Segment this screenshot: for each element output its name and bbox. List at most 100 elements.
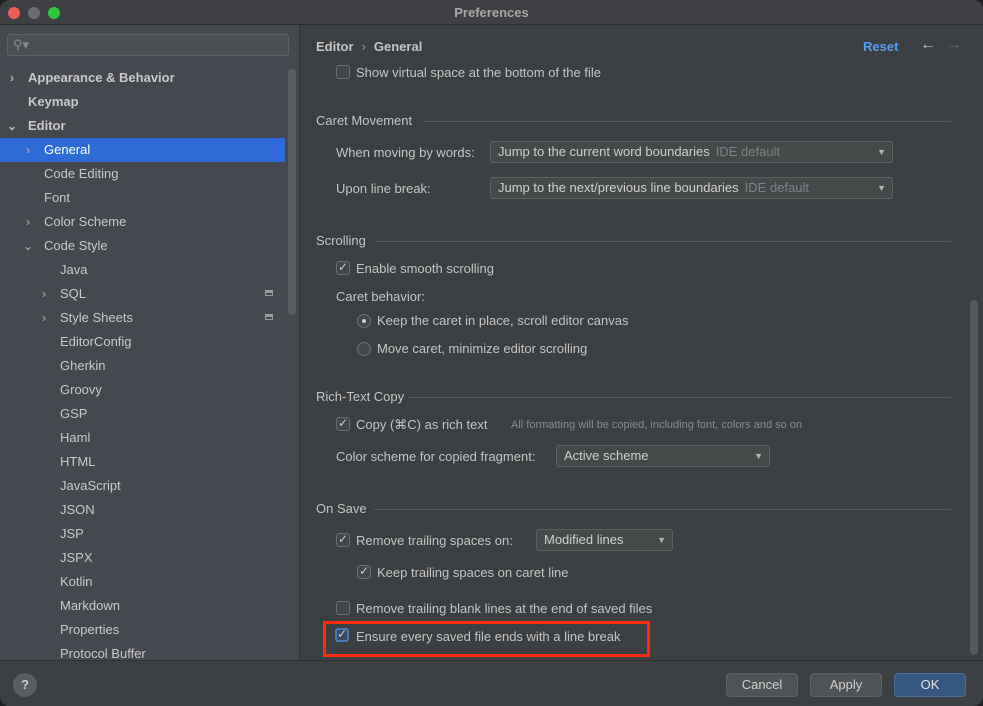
sidebar-item-label: Style Sheets bbox=[60, 310, 133, 325]
section-rich-text-title: Rich-Text Copy bbox=[316, 389, 405, 404]
sidebar-item-label: Editor bbox=[28, 118, 66, 133]
sidebar-item-keymap[interactable]: Keymap bbox=[0, 90, 285, 114]
sidebar-item-general[interactable]: › General bbox=[0, 138, 285, 162]
color-scheme-dropdown[interactable]: Active scheme ▼ bbox=[556, 445, 770, 467]
highlight-annotation-box bbox=[323, 621, 650, 657]
sidebar-item-font[interactable]: Font bbox=[0, 186, 285, 210]
line-break-dropdown[interactable]: Jump to the next/previous line boundarie… bbox=[490, 177, 893, 199]
smooth-scrolling-label: Enable smooth scrolling bbox=[356, 261, 495, 276]
show-virtual-space-checkbox[interactable] bbox=[336, 65, 350, 79]
sidebar-item-kotlin[interactable]: Kotlin bbox=[0, 570, 285, 594]
sidebar-item-label: Haml bbox=[60, 430, 91, 445]
moving-by-words-note: IDE default bbox=[715, 144, 781, 159]
sidebar-item-code-editing[interactable]: Code Editing bbox=[0, 162, 285, 186]
moving-by-words-dropdown[interactable]: Jump to the current word boundaries IDE d… bbox=[490, 141, 893, 163]
section-on-save-title: On Save bbox=[316, 501, 367, 516]
chevron-down-icon: ▼ bbox=[877, 183, 886, 193]
sidebar-item-appearance-behavior[interactable]: › Appearance & Behavior bbox=[0, 66, 285, 90]
chevron-down-icon: ▼ bbox=[657, 535, 666, 545]
sidebar-item-label: SQL bbox=[60, 286, 87, 301]
sidebar-item-jspx[interactable]: JSPX bbox=[0, 546, 285, 570]
settings-search-input[interactable]: ⚲▾ bbox=[7, 34, 289, 56]
copy-rich-text-checkbox[interactable] bbox=[336, 416, 350, 431]
chevron-down-icon: ▼ bbox=[754, 451, 763, 461]
remove-trailing-spaces-dropdown[interactable]: Modified lines ▼ bbox=[536, 529, 673, 551]
keep-caret-radio[interactable] bbox=[357, 314, 371, 328]
sidebar-item-label: GSP bbox=[60, 406, 88, 421]
line-break-value: Jump to the next/previous line boundarie… bbox=[498, 180, 739, 195]
cancel-button[interactable]: Cancel bbox=[726, 673, 798, 697]
sidebar-item-color-scheme[interactable]: › Color Scheme bbox=[0, 210, 285, 234]
content-scrollbar[interactable] bbox=[970, 300, 978, 655]
project-scheme-icon bbox=[265, 314, 273, 320]
settings-sidebar: ⚲▾ › Appearance & Behavior Keymap ⌄ Editor › G… bbox=[0, 25, 300, 661]
caret-behavior-label: Caret behavior: bbox=[336, 289, 425, 304]
ok-button[interactable]: OK bbox=[894, 673, 966, 697]
keep-trailing-spaces-label: Keep trailing spaces on caret line bbox=[377, 565, 569, 580]
sidebar-item-html[interactable]: HTML bbox=[0, 450, 285, 474]
search-icon: ⚲▾ bbox=[13, 37, 30, 52]
chevron-right-icon[interactable]: › bbox=[6, 66, 18, 90]
sidebar-item-java[interactable]: Java bbox=[0, 258, 285, 282]
sidebar-item-markdown[interactable]: Markdown bbox=[0, 594, 285, 618]
sidebar-item-editor[interactable]: ⌄ Editor bbox=[0, 114, 285, 138]
section-caret-movement-title: Caret Movement bbox=[316, 113, 413, 128]
sidebar-item-label: Appearance & Behavior bbox=[28, 70, 175, 85]
sidebar-scrollbar[interactable] bbox=[288, 69, 296, 315]
chevron-down-icon[interactable]: ⌄ bbox=[6, 114, 18, 138]
remove-blank-lines-label: Remove trailing blank lines at the end o… bbox=[356, 601, 653, 616]
sidebar-item-sql[interactable]: › SQL bbox=[0, 282, 285, 306]
chevron-right-icon[interactable]: › bbox=[38, 282, 50, 306]
sidebar-item-label: Kotlin bbox=[60, 574, 93, 589]
sidebar-item-javascript[interactable]: JavaScript bbox=[0, 474, 285, 498]
sidebar-item-label: Code Style bbox=[44, 238, 108, 253]
moving-by-words-value: Jump to the current word boundaries bbox=[498, 144, 710, 159]
remove-trailing-spaces-value: Modified lines bbox=[544, 532, 624, 547]
breadcrumb-general: General bbox=[373, 39, 423, 54]
line-break-note: IDE default bbox=[744, 180, 809, 195]
sidebar-item-gherkin[interactable]: Gherkin bbox=[0, 354, 285, 378]
sidebar-item-haml[interactable]: Haml bbox=[0, 426, 285, 450]
sidebar-item-label: Code Editing bbox=[44, 166, 119, 181]
sidebar-item-editorconfig[interactable]: EditorConfig bbox=[0, 330, 285, 354]
chevron-right-icon[interactable]: › bbox=[22, 210, 34, 234]
help-button[interactable]: ? bbox=[13, 673, 37, 697]
remove-trailing-spaces-checkbox[interactable] bbox=[336, 532, 350, 547]
keep-trailing-spaces-checkbox[interactable] bbox=[357, 564, 371, 579]
chevron-right-icon[interactable]: › bbox=[38, 306, 50, 330]
remove-blank-lines-checkbox[interactable] bbox=[336, 601, 350, 615]
sidebar-item-label: General bbox=[44, 142, 91, 157]
move-caret-radio[interactable] bbox=[357, 342, 371, 356]
back-arrow-icon[interactable]: ← bbox=[920, 36, 936, 54]
color-scheme-value: Active scheme bbox=[564, 448, 649, 463]
preferences-window: Preferences ⚲▾ › Appearance & Behavior Key… bbox=[0, 0, 983, 706]
sidebar-item-label: JSPX bbox=[60, 550, 93, 565]
remove-trailing-spaces-label: Remove trailing spaces on: bbox=[356, 533, 513, 548]
sidebar-item-groovy[interactable]: Groovy bbox=[0, 378, 285, 402]
project-scheme-icon bbox=[265, 290, 273, 296]
sidebar-item-properties[interactable]: Properties bbox=[0, 618, 285, 642]
settings-content: Editor › General Reset ← → Show virtual sp… bbox=[300, 25, 983, 660]
sidebar-item-label: JavaScript bbox=[60, 478, 121, 493]
breadcrumb-editor[interactable]: Editor bbox=[316, 39, 354, 54]
apply-button[interactable]: Apply bbox=[810, 673, 882, 697]
chevron-down-icon[interactable]: ⌄ bbox=[22, 234, 34, 258]
sidebar-item-label: Font bbox=[44, 190, 71, 205]
sidebar-item-jsp[interactable]: JSP bbox=[0, 522, 285, 546]
sidebar-item-style-sheets[interactable]: › Style Sheets bbox=[0, 306, 285, 330]
forward-arrow-icon[interactable]: → bbox=[946, 36, 962, 54]
sidebar-item-json[interactable]: JSON bbox=[0, 498, 285, 522]
sidebar-item-label: Gherkin bbox=[60, 358, 106, 373]
move-caret-label: Move caret, minimize editor scrolling bbox=[377, 341, 588, 356]
reset-link[interactable]: Reset bbox=[863, 39, 898, 54]
sidebar-item-gsp[interactable]: GSP bbox=[0, 402, 285, 426]
sidebar-item-code-style[interactable]: ⌄ Code Style bbox=[0, 234, 285, 258]
smooth-scrolling-checkbox[interactable] bbox=[336, 260, 350, 275]
sidebar-item-label: JSP bbox=[60, 526, 84, 541]
sidebar-item-label: Java bbox=[60, 262, 88, 277]
breadcrumb: Editor › General bbox=[316, 39, 422, 54]
title-bar: Preferences bbox=[0, 0, 983, 25]
copy-rich-text-label: Copy (⌘C) as rich text bbox=[356, 417, 488, 432]
sidebar-item-label: Properties bbox=[60, 622, 120, 637]
chevron-right-icon[interactable]: › bbox=[22, 138, 34, 162]
